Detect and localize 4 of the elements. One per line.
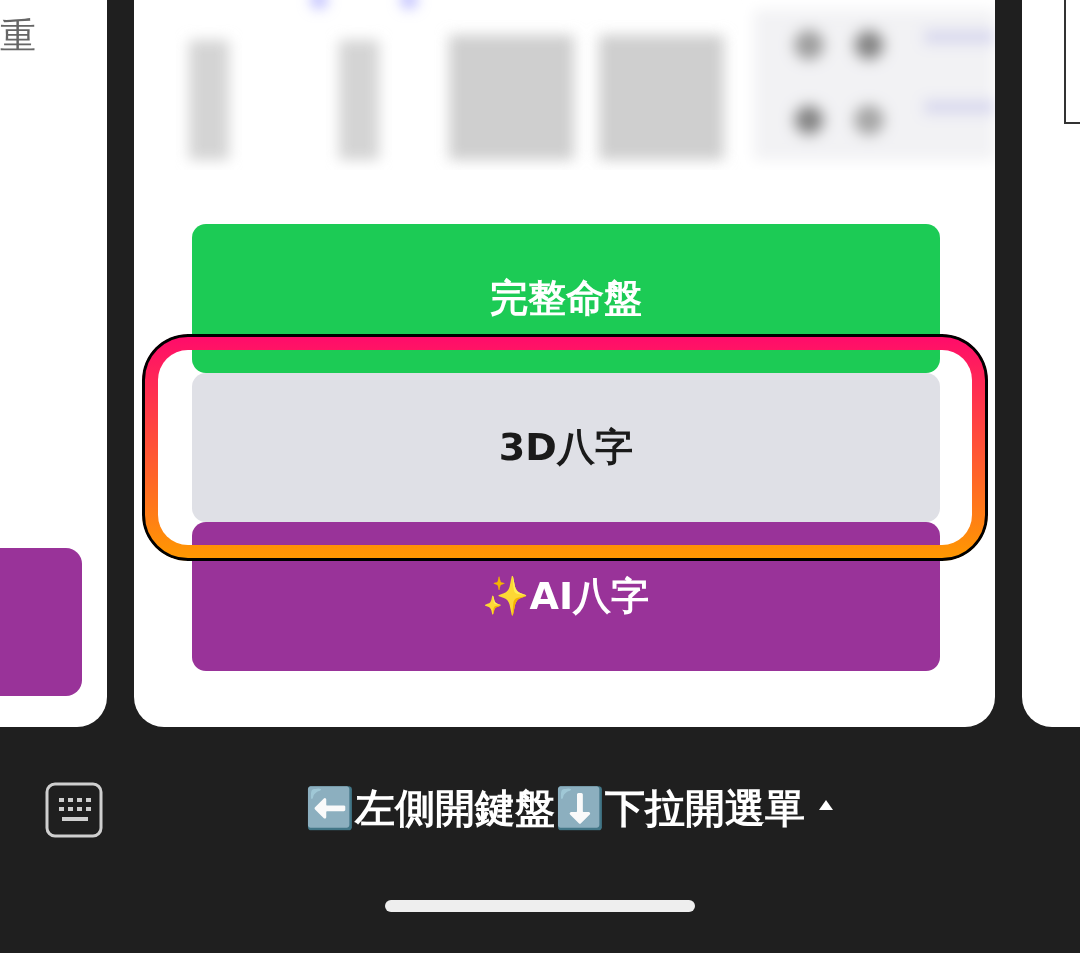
side-text: 重 bbox=[0, 18, 37, 54]
hint-text: ⬅左側開鍵盤⬇下拉開選單 bbox=[305, 784, 805, 833]
keyboard-icon[interactable] bbox=[45, 782, 103, 838]
caret-icon[interactable] bbox=[819, 800, 833, 810]
